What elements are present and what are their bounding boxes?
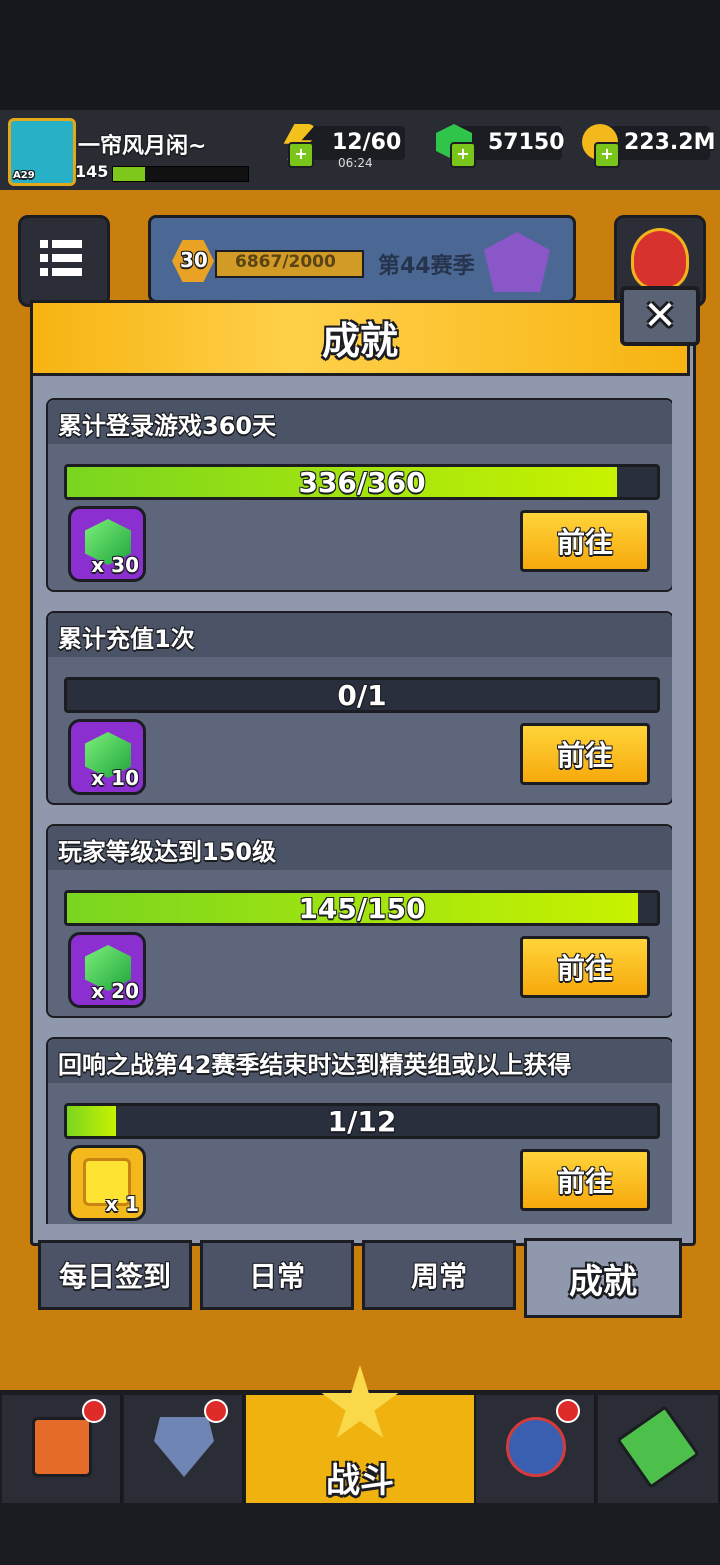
reward-quantity: x 20 — [91, 979, 139, 1003]
add-gems-button[interactable]: + — [450, 142, 476, 168]
notification-dot — [204, 1399, 228, 1423]
battle-label: 战斗 — [326, 1461, 394, 1501]
dialog-title: 成就 — [321, 319, 398, 363]
achievement-title: 回响之战第42赛季结束时达到精英组或以上获得 — [58, 1051, 572, 1079]
go-button[interactable]: 前往 — [520, 936, 650, 998]
reward-item[interactable]: x 10 — [68, 719, 146, 795]
achievement-progress-bar: 336/360 — [64, 464, 660, 500]
reward-item[interactable]: x 20 — [68, 932, 146, 1008]
achievement-progress-bar: 1/12 — [64, 1103, 660, 1139]
reward-item[interactable]: x 30 — [68, 506, 146, 582]
tab-weekly[interactable]: 周常 — [362, 1240, 516, 1310]
menu-icon — [40, 240, 82, 276]
close-button[interactable]: ✕ — [620, 286, 700, 346]
season-label: 第44赛季 — [378, 254, 475, 279]
go-button[interactable]: 前往 — [520, 510, 650, 572]
nav-battle[interactable]: 战斗 — [246, 1365, 476, 1503]
player-name: 一帘风月闲~ — [78, 134, 207, 159]
tab-daily[interactable]: 日常 — [200, 1240, 354, 1310]
tab-achievements[interactable]: 成就 — [524, 1238, 682, 1318]
reward-quantity: x 10 — [91, 766, 139, 790]
notification-dot — [556, 1399, 580, 1423]
achievement-card: 累计充值1次 0/1 x 10 前往 — [46, 611, 672, 805]
achievement-title: 累计登录游戏360天 — [58, 412, 277, 440]
achievement-title: 玩家等级达到150级 — [58, 838, 277, 866]
close-icon: ✕ — [643, 293, 677, 339]
reward-quantity: x 30 — [91, 553, 139, 577]
xp-bar — [112, 166, 249, 182]
player-avatar[interactable]: A29 — [8, 118, 76, 186]
energy-value: 12/60 — [332, 130, 402, 155]
achievement-progress-text: 336/360 — [298, 466, 426, 499]
achievement-progress-bar: 145/150 — [64, 890, 660, 926]
energy-timer: 06:24 — [338, 156, 373, 170]
notification-dot — [82, 1399, 106, 1423]
achievement-card: 回响之战第42赛季结束时达到精英组或以上获得 1/12 x 1 前往 — [46, 1037, 672, 1224]
reward-quantity: x 1 — [105, 1192, 139, 1216]
go-button[interactable]: 前往 — [520, 1149, 650, 1211]
achievement-list[interactable]: 累计登录游戏360天 336/360 x 30 前往 累计充值1次 0/1 x … — [46, 398, 672, 1224]
demon-emblem-icon — [631, 228, 689, 290]
achievement-card: 玩家等级达到150级 145/150 x 20 前往 — [46, 824, 672, 1018]
season-progress-text: 6867/2000 — [235, 252, 336, 272]
add-gold-button[interactable]: + — [594, 142, 620, 168]
season-rank-level: 30 — [180, 248, 208, 272]
achievement-title: 累计充值1次 — [58, 625, 195, 653]
medal-icon — [506, 1417, 566, 1477]
achievement-progress-text: 1/12 — [327, 1105, 397, 1138]
achievement-progress-text: 145/150 — [298, 892, 426, 925]
achievement-progress-text: 0/1 — [337, 679, 387, 712]
avatar-tag: A29 — [13, 170, 35, 181]
nav-badge[interactable] — [124, 1395, 244, 1503]
gem-value: 57150 — [488, 130, 565, 155]
tab-daily-checkin[interactable]: 每日签到 — [38, 1240, 192, 1310]
nav-medal[interactable] — [476, 1395, 596, 1503]
player-level: 145 — [75, 162, 109, 181]
gold-value: 223.2M — [624, 130, 716, 155]
reward-item[interactable]: x 1 — [68, 1145, 146, 1221]
nav-pass[interactable] — [598, 1395, 720, 1503]
add-energy-button[interactable]: + — [288, 142, 314, 168]
achievement-progress-bar: 0/1 — [64, 677, 660, 713]
shop-icon — [32, 1417, 92, 1477]
pass-icon — [616, 1405, 700, 1489]
achievement-card: 累计登录游戏360天 336/360 x 30 前往 — [46, 398, 672, 592]
badge-icon — [154, 1417, 214, 1477]
nav-shop[interactable] — [2, 1395, 122, 1503]
go-button[interactable]: 前往 — [520, 723, 650, 785]
